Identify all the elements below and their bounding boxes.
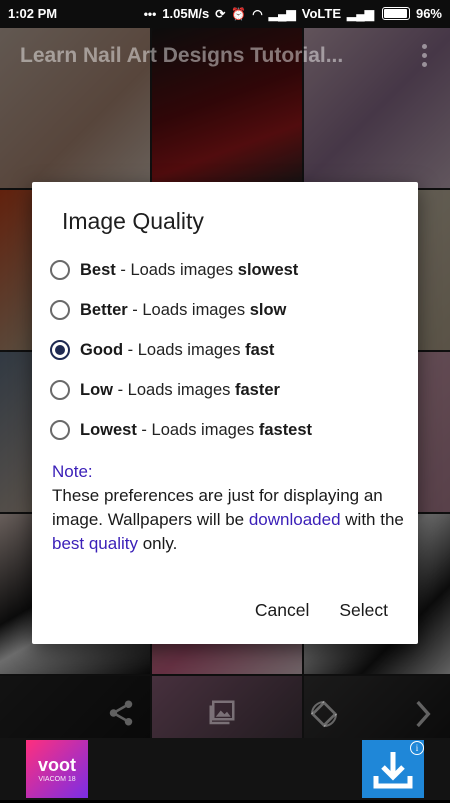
option-sep: - (127, 300, 143, 319)
select-button[interactable]: Select (339, 600, 388, 621)
note-text: These preferences are just for displayin… (52, 484, 412, 556)
image-icon[interactable] (206, 698, 238, 733)
option-sep: - (136, 420, 152, 439)
option-sep: - (115, 260, 131, 279)
option-speed: slowest (237, 260, 299, 279)
option-lowest[interactable]: Lowest - Loads images fastest (50, 415, 312, 445)
radio-button[interactable] (50, 420, 70, 440)
option-quality: Best (80, 260, 116, 279)
cancel-button[interactable]: Cancel (255, 600, 309, 621)
share-icon[interactable] (106, 698, 136, 733)
network-speed: 1.05M/s (162, 6, 210, 21)
option-quality: Good (80, 340, 124, 359)
note-text-part: only. (138, 534, 178, 553)
option-sep: - (123, 340, 138, 359)
note-highlight-downloaded: downloaded (248, 510, 341, 529)
ad-info-icon[interactable]: i (410, 741, 424, 755)
battery-icon (381, 7, 410, 20)
app-title: Learn Nail Art Designs Tutorial... (20, 44, 344, 67)
network-type: VoLTE (301, 6, 341, 21)
note-text-part: with the (340, 510, 404, 529)
signal-icon: ▂▄▆ (268, 6, 296, 21)
note-highlight-best-quality: best quality (52, 534, 138, 553)
option-low[interactable]: Low - Loads images faster (50, 375, 280, 405)
status-time: 1:02 PM (8, 6, 58, 21)
option-quality: Better (80, 300, 128, 319)
wifi-icon: ◠ (252, 6, 263, 21)
radio-button-selected[interactable] (50, 340, 70, 360)
option-desc: Loads images (151, 420, 259, 439)
dialog-title: Image Quality (62, 208, 204, 234)
option-sep: - (113, 380, 128, 399)
option-speed: fast (245, 340, 275, 359)
option-desc: Loads images (142, 300, 250, 319)
dialog-actions: Cancel Select (255, 600, 388, 621)
image-controls (0, 690, 450, 736)
option-speed: slow (249, 300, 287, 319)
option-quality: Lowest (80, 420, 137, 439)
note-label: Note: (52, 462, 93, 481)
ad-logo[interactable]: voot VIACOM 18 (26, 740, 88, 798)
alarm-icon: ⏰ (231, 6, 247, 21)
more-dots-icon: ••• (143, 6, 157, 21)
option-speed: fastest (258, 420, 313, 439)
ad-brand: voot (38, 755, 76, 775)
option-desc: Loads images (137, 340, 246, 359)
option-speed: faster (235, 380, 280, 399)
more-vert-icon[interactable] (422, 44, 428, 67)
ad-brand-sub: VIACOM 18 (38, 776, 76, 783)
option-desc: Loads images (127, 380, 235, 399)
image-quality-dialog: Image Quality Best - Loads images slowes… (32, 182, 418, 644)
option-good[interactable]: Good - Loads images fast (50, 335, 274, 365)
option-quality: Low (80, 380, 113, 399)
rotate-icon[interactable] (308, 698, 340, 735)
status-bar: 1:02 PM ••• 1.05M/s ⟳ ⏰ ◠ ▂▄▆ VoLTE ▂▄▆ … (0, 0, 450, 28)
note-block: Note: These preferences are just for dis… (52, 460, 412, 556)
signal-icon-2: ▂▄▆ (347, 6, 374, 21)
radio-button[interactable] (50, 380, 70, 400)
sync-icon: ⟳ (215, 6, 226, 21)
option-best[interactable]: Best - Loads images slowest (50, 255, 298, 285)
status-right: ••• 1.05M/s ⟳ ⏰ ◠ ▂▄▆ VoLTE ▂▄▆ 96% (144, 6, 442, 21)
radio-button[interactable] (50, 260, 70, 280)
radio-button[interactable] (50, 300, 70, 320)
option-better[interactable]: Better - Loads images slow (50, 295, 286, 325)
battery-level: 96% (415, 6, 442, 21)
option-desc: Loads images (130, 260, 238, 279)
chevron-right-icon[interactable] (412, 698, 434, 735)
